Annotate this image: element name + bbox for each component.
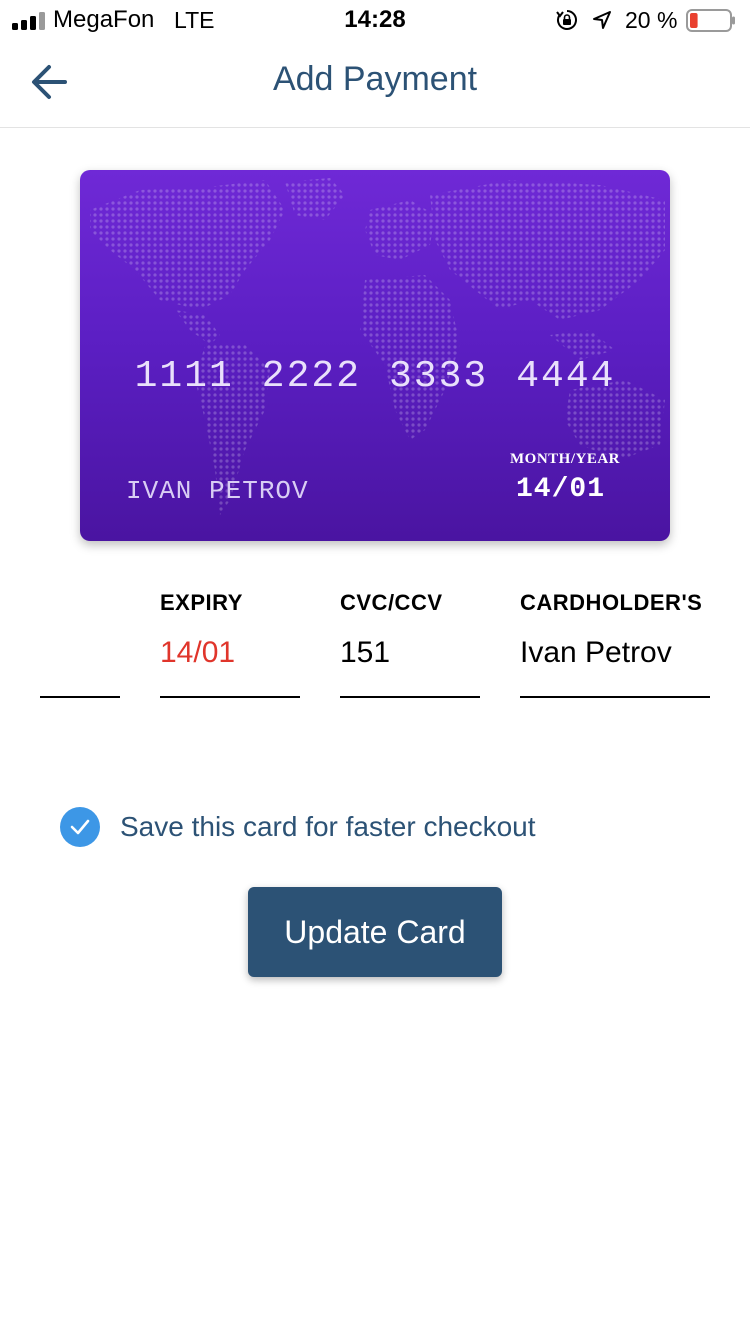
card-expiry-label: MONTH/YEAR [510, 451, 620, 467]
status-bar: MegaFon LTE 14:28 20 % [0, 0, 750, 40]
field-underline [40, 696, 120, 698]
field-underline [160, 696, 300, 698]
expiry-field: EXPIRY [160, 590, 300, 700]
expiry-label: EXPIRY [160, 590, 243, 615]
cardholder-input[interactable] [520, 636, 710, 670]
field-underline [340, 696, 480, 698]
carrier-name: MegaFon [53, 6, 155, 33]
credit-card-preview: 1111 2222 3333 4444 IVAN PETROV MONTH/YE… [80, 170, 670, 541]
card-expiry-value: 14/01 [516, 474, 606, 505]
add-payment-screen: MegaFon LTE 14:28 20 % Add Payment 1111 … [0, 0, 750, 1334]
battery-icon [686, 9, 735, 32]
card-number-group: 2222 [261, 355, 361, 398]
cvc-field: CVC/CCV [340, 590, 480, 700]
checkmark-icon [70, 819, 90, 835]
page-title: Add Payment [272, 60, 478, 98]
cvc-input[interactable] [340, 636, 480, 670]
card-holder-name: IVAN PETROV [126, 476, 309, 506]
battery-percent: 20 % [625, 7, 678, 33]
navigation-bar: Add Payment [0, 40, 750, 128]
update-card-button[interactable]: Update Card [248, 887, 502, 977]
checkbox-checked[interactable] [60, 807, 100, 847]
cardholder-label: CARDHOLDER'S [520, 590, 703, 615]
card-number-group: 3333 [389, 355, 489, 398]
signal-strength-icon [12, 12, 45, 30]
card-number-input[interactable] [40, 636, 120, 670]
card-number-field [40, 590, 120, 700]
rotation-lock-icon [556, 10, 577, 30]
save-card-checkbox[interactable]: Save this card for faster checkout [60, 806, 536, 848]
cvc-label: CVC/CCV [340, 590, 443, 615]
network-type: LTE [174, 7, 215, 33]
expiry-input[interactable] [160, 636, 300, 670]
card-number-group: 1111 [134, 355, 234, 398]
field-underline [520, 696, 710, 698]
back-button[interactable] [24, 60, 74, 104]
save-card-label: Save this card for faster checkout [120, 811, 536, 842]
arrow-left-icon [32, 65, 67, 99]
card-number-group: 4444 [516, 355, 616, 398]
cardholder-field: CARDHOLDER'S [520, 590, 710, 700]
card-number-display: 1111 2222 3333 4444 [80, 355, 670, 398]
location-arrow-icon [593, 11, 611, 29]
